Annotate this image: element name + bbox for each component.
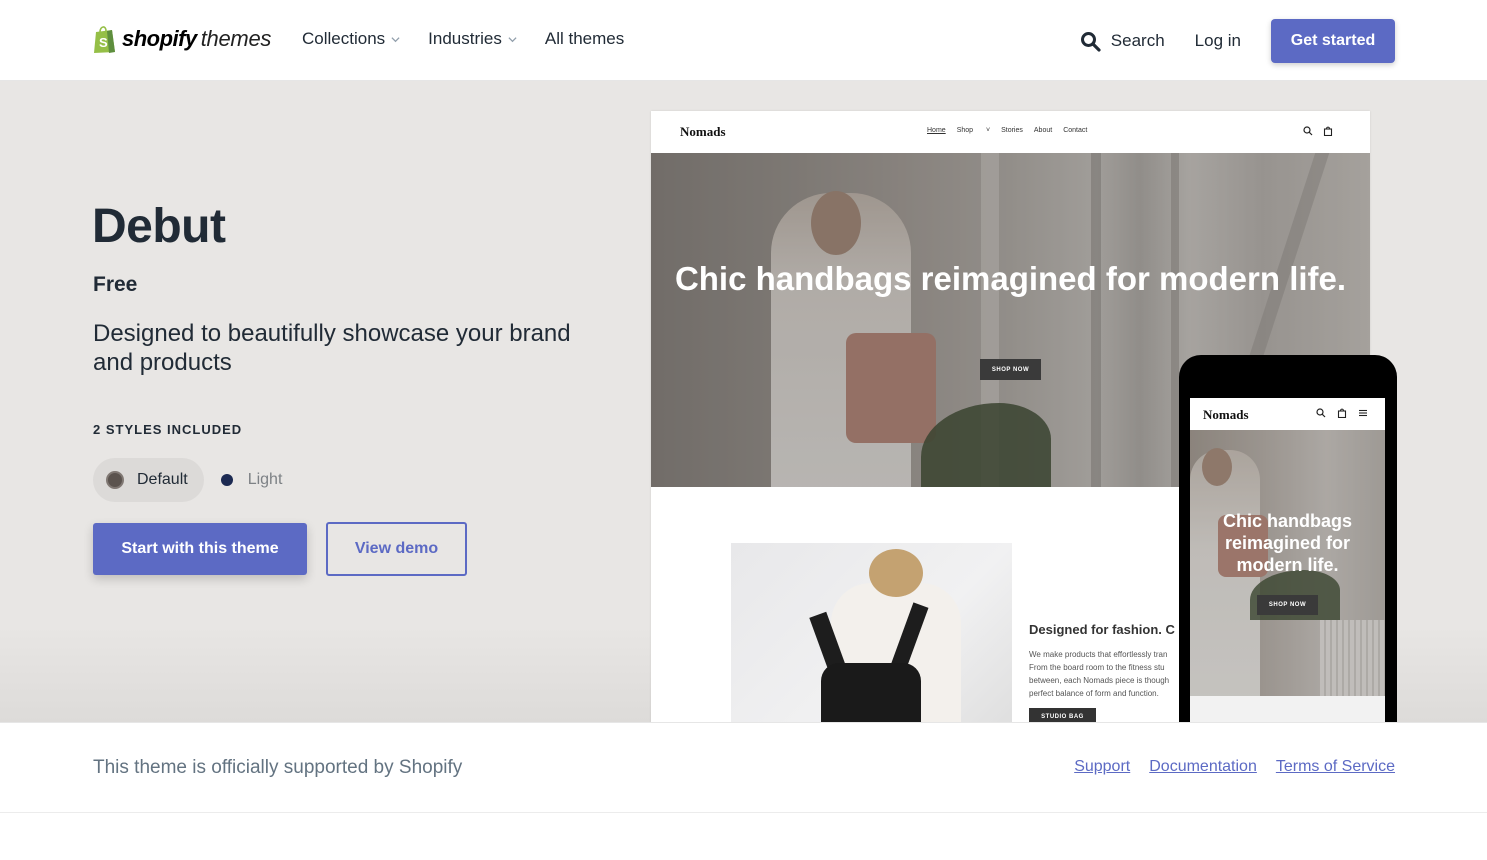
style-option-label: Light [247, 471, 283, 488]
preview-nav-shop-label: Shop [956, 127, 974, 134]
get-started-button[interactable]: Get started [1271, 19, 1395, 63]
preview-feature-image [731, 543, 1012, 722]
style-swatch-default [106, 471, 124, 489]
chevron-down-icon [508, 36, 517, 42]
svg-text:S: S [99, 35, 108, 50]
nav-all-themes[interactable]: All themes [545, 29, 624, 49]
preview-store-nav: Home Shop ˅ Stories About Contact [927, 127, 1098, 134]
preview-store-brand: Nomads [680, 124, 726, 139]
mobile-preview: Nomads Chic handbags reimagined for mode… [1179, 355, 1397, 722]
cart-bag-icon [1337, 408, 1347, 418]
preview-hero-headline: Chic handbags reimagined for modern life… [674, 260, 1347, 297]
support-bar: This theme is officially supported by Sh… [0, 722, 1487, 813]
style-option-label: Default [137, 471, 188, 488]
nav-collections[interactable]: Collections [302, 29, 400, 49]
main-nav: Collections Industries All themes [302, 29, 652, 49]
search-icon [1080, 31, 1101, 52]
nav-all-themes-label: All themes [544, 29, 625, 48]
theme-description: Designed to beautifully showcase your br… [93, 320, 571, 376]
mobile-store-brand: Nomads [1203, 407, 1249, 422]
style-option-default[interactable]: Default [93, 458, 204, 502]
nav-industries[interactable]: Industries [428, 29, 517, 49]
support-text: This theme is officially supported by Sh… [93, 757, 463, 778]
search-label: Search [1110, 31, 1165, 50]
chevron-down-icon [391, 36, 400, 42]
mobile-shop-now-button: SHOP NOW [1257, 595, 1318, 615]
site-header: S shopify themes Collections Industries … [0, 0, 1487, 81]
nav-collections-label: Collections [302, 29, 386, 48]
logo-suffix: themes [200, 26, 272, 51]
header-actions: Search Log in Get started [1080, 19, 1395, 63]
support-links: Support Documentation Terms of Service [1074, 758, 1395, 776]
preview-store-header: Nomads Home Shop ˅ Stories About Contact [651, 111, 1370, 153]
preview-nav-about: About [1033, 127, 1053, 134]
hamburger-menu-icon [1359, 409, 1367, 417]
style-selector: Default Light [93, 458, 298, 502]
preview-shop-now-button: SHOP NOW [980, 359, 1041, 380]
theme-title: Debut [92, 200, 226, 253]
login-link[interactable]: Log in [1195, 31, 1241, 51]
preview-feature-title: Designed for fashion. C [1029, 622, 1175, 637]
theme-hero: Debut Free Designed to beautifully showc… [0, 81, 1487, 722]
mobile-store-header: Nomads [1190, 398, 1385, 430]
preview-nav-home: Home [927, 127, 946, 134]
preview-store-icons [1303, 126, 1333, 136]
style-option-light[interactable]: Light [208, 458, 299, 502]
start-with-theme-button[interactable]: Start with this theme [93, 523, 307, 575]
mobile-store-icons [1316, 408, 1368, 418]
search-icon [1316, 408, 1326, 418]
view-demo-button[interactable]: View demo [326, 522, 467, 576]
mobile-hero-headline: Chic handbags reimagined for modern life… [1222, 511, 1352, 575]
preview-nav-contact: Contact [1063, 127, 1088, 134]
preview-nav-stories: Stories [1001, 127, 1023, 134]
styles-included-label: 2 STYLES INCLUDED [93, 422, 243, 437]
search-link[interactable]: Search [1080, 31, 1165, 52]
support-link[interactable]: Support [1074, 758, 1130, 776]
search-icon [1303, 126, 1313, 136]
nav-industries-label: Industries [428, 29, 502, 48]
mobile-preview-screen: Nomads Chic handbags reimagined for mode… [1190, 398, 1385, 722]
cart-bag-icon [1323, 126, 1333, 136]
theme-price: Free [93, 273, 138, 296]
logo-brand: shopify [122, 26, 197, 51]
shopify-themes-logo[interactable]: S shopify themes [93, 22, 271, 56]
documentation-link[interactable]: Documentation [1149, 758, 1257, 776]
mobile-hero-image: Chic handbags reimagined for modern life… [1190, 430, 1385, 696]
style-swatch-light [220, 474, 233, 486]
terms-of-service-link[interactable]: Terms of Service [1276, 758, 1395, 776]
preview-studio-bag-button: STUDIO BAG [1029, 708, 1096, 722]
preview-nav-shop: Shop ˅ [956, 127, 991, 134]
shopify-bag-icon: S [93, 24, 117, 54]
